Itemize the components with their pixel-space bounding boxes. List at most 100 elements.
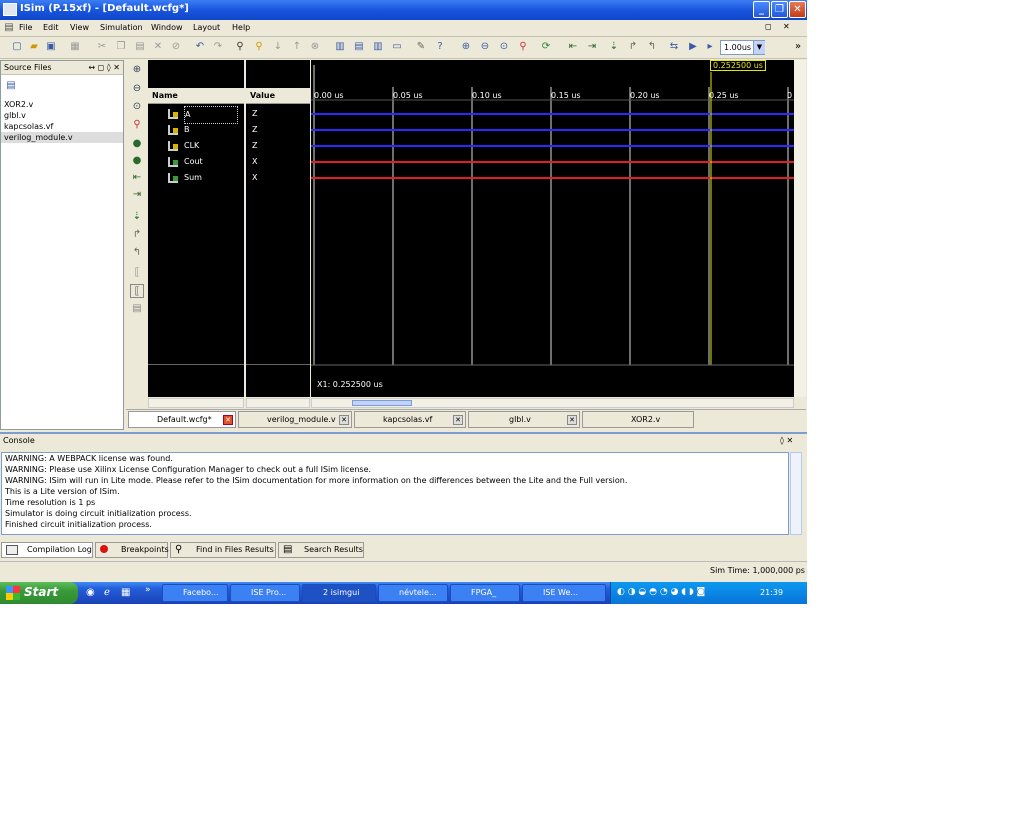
close-icon[interactable]: ✕ [453, 415, 463, 425]
arrow-down-icon[interactable]: ↓ [271, 40, 285, 54]
stop-icon[interactable]: ⊘ [169, 40, 183, 54]
tab-find-in-files[interactable]: Find in Files Results [170, 542, 276, 558]
help-icon[interactable]: ? [433, 40, 447, 54]
restart-icon[interactable]: ⇤ [566, 40, 580, 54]
zoom-in-icon[interactable]: ⊕ [459, 40, 473, 54]
signal-row-a[interactable]: A [148, 106, 244, 124]
run-all-icon[interactable]: ⇥ [585, 40, 599, 54]
delete-icon[interactable]: ✕ [151, 40, 165, 54]
undo-icon[interactable]: ↶ [193, 40, 207, 54]
quicklaunch-icon[interactable]: ▦ [121, 587, 130, 598]
toolbar-overflow-icon[interactable]: » [791, 40, 805, 54]
console-output[interactable]: WARNING: A WEBPACK license was found. WA… [1, 452, 789, 535]
arrow-up-icon[interactable]: ↑ [290, 40, 304, 54]
task-ise-project[interactable]: ISE Pro... [230, 584, 300, 602]
find-in-files-icon[interactable]: ⚲ [252, 40, 266, 54]
grid-icon[interactable]: ▤ [130, 302, 144, 316]
task-nevtelen[interactable]: névtele... [378, 584, 448, 602]
waveform-canvas[interactable]: 0.00 us 0.05 us 0.10 us 0.15 us 0.20 us … [311, 60, 794, 397]
panel-controls-icon[interactable]: ◊ ✕ [780, 436, 793, 445]
zoom-fit-icon[interactable]: ⊙ [497, 40, 511, 54]
close-icon[interactable]: ✕ [339, 415, 349, 425]
zoom-in-icon[interactable]: ⊕ [130, 63, 144, 77]
menu-layout[interactable]: Layout [193, 23, 220, 32]
tile-horizontal-icon[interactable]: ▤ [352, 40, 366, 54]
task-isimgui[interactable]: 2 isimgui [302, 584, 376, 602]
window-icon[interactable]: ▭ [390, 40, 404, 54]
maximize-button[interactable]: ❐ [771, 1, 788, 18]
previous-transition-icon[interactable]: ⇤ [130, 171, 144, 185]
quicklaunch-overflow-icon[interactable]: » [145, 585, 151, 595]
new-icon[interactable]: ▢ [10, 40, 24, 54]
clear-icon[interactable]: ⊗ [308, 40, 322, 54]
document-icon[interactable]: ▤ [2, 21, 16, 35]
hierarchy-icon[interactable]: ▤ [4, 79, 18, 93]
settings-icon[interactable]: ✎ [414, 40, 428, 54]
task-fpga[interactable]: FPGA_ [450, 584, 520, 602]
list-item[interactable]: verilog_module.v [1, 132, 123, 143]
start-button[interactable]: Start [0, 582, 78, 604]
list-item[interactable]: XOR2.v [1, 99, 123, 110]
close-icon[interactable]: ✕ [567, 415, 577, 425]
cascade-icon[interactable]: ▥ [333, 40, 347, 54]
tray-icons[interactable]: ◐ ◑ ◒ ◓ ◔ ◕ ◖ ◗ ◙ [617, 587, 705, 597]
go-to-start-icon[interactable]: ● [130, 137, 144, 151]
menu-edit[interactable]: Edit [43, 23, 59, 32]
next-marker-icon[interactable]: ↰ [130, 246, 144, 260]
zoom-out-icon[interactable]: ⊖ [478, 40, 492, 54]
step-icon[interactable]: ⇣ [607, 40, 621, 54]
menu-help[interactable]: Help [232, 23, 250, 32]
value-hscroll[interactable] [246, 398, 310, 408]
tab-default-wcfg[interactable]: Default.wcfg* ✕ [128, 411, 236, 428]
tab-xor2[interactable]: XOR2.v [582, 411, 694, 428]
copy-icon[interactable]: ❐ [114, 40, 128, 54]
close-icon[interactable]: ✕ [223, 415, 233, 425]
browser-icon[interactable]: ℯ [104, 587, 110, 598]
run-icon[interactable]: ▶ [686, 40, 700, 54]
list-item[interactable]: glbl.v [1, 110, 123, 121]
zoom-cursor-icon[interactable]: ⚲ [516, 40, 530, 54]
list-item[interactable]: kapcsolas.vf [1, 121, 123, 132]
paste-icon[interactable]: ▤ [133, 40, 147, 54]
tab-kapcsolas[interactable]: kapcsolas.vf ✕ [354, 411, 466, 428]
zoom-fit-icon[interactable]: ⊙ [130, 100, 144, 114]
snap-icon[interactable]: ⟦ [130, 266, 144, 280]
zoom-out-icon[interactable]: ⊖ [130, 82, 144, 96]
signal-row-b[interactable]: B [148, 122, 244, 138]
minimize-button[interactable]: _ [753, 1, 770, 18]
close-button[interactable]: ✕ [789, 1, 806, 18]
swap-cursor-icon[interactable]: ⟦ [130, 284, 144, 298]
signal-row-clk[interactable]: CLK [148, 138, 244, 154]
print-icon[interactable]: ▦ [68, 40, 82, 54]
tab-verilog-module[interactable]: verilog_module.v ✕ [238, 411, 352, 428]
save-icon[interactable]: ▣ [44, 40, 58, 54]
previous-marker-icon[interactable]: ↱ [130, 228, 144, 242]
console-vscroll[interactable] [790, 452, 802, 535]
menu-file[interactable]: File [19, 23, 32, 32]
restore-doc-icon[interactable]: ◻ [765, 22, 772, 31]
tile-vertical-icon[interactable]: ▥ [371, 40, 385, 54]
signal-row-cout[interactable]: Cout [148, 154, 244, 170]
tab-glbl[interactable]: glbl.v ✕ [468, 411, 580, 428]
find-icon[interactable]: ⚲ [233, 40, 247, 54]
zoom-cursor-icon[interactable]: ⚲ [130, 118, 144, 132]
cut-icon[interactable]: ✂ [95, 40, 109, 54]
redo-icon[interactable]: ↷ [211, 40, 225, 54]
restart-sim-icon[interactable]: ⇆ [667, 40, 681, 54]
go-to-end-icon[interactable]: ● [130, 154, 144, 168]
open-icon[interactable]: ▰ [27, 40, 41, 54]
show-desktop-icon[interactable]: ◉ [86, 587, 95, 598]
title-bar[interactable]: ISim (P.15xf) - [Default.wcfg*] _ ❐ ✕ [0, 0, 807, 20]
task-ise-webpack[interactable]: ISE We... [522, 584, 606, 602]
scroll-thumb[interactable] [352, 400, 412, 406]
name-hscroll[interactable] [148, 398, 244, 408]
chevron-down-icon[interactable]: ▼ [753, 41, 765, 54]
wave-vscroll[interactable] [794, 60, 806, 397]
menu-simulation[interactable]: Simulation [100, 23, 143, 32]
menu-window[interactable]: Window [151, 23, 183, 32]
task-facebook[interactable]: Facebo... [162, 584, 228, 602]
wave-hscroll[interactable] [311, 398, 794, 408]
run-for-time-icon[interactable]: ▸ [703, 40, 717, 54]
signal-row-sum[interactable]: Sum [148, 170, 244, 186]
refresh-icon[interactable]: ⟳ [539, 40, 553, 54]
